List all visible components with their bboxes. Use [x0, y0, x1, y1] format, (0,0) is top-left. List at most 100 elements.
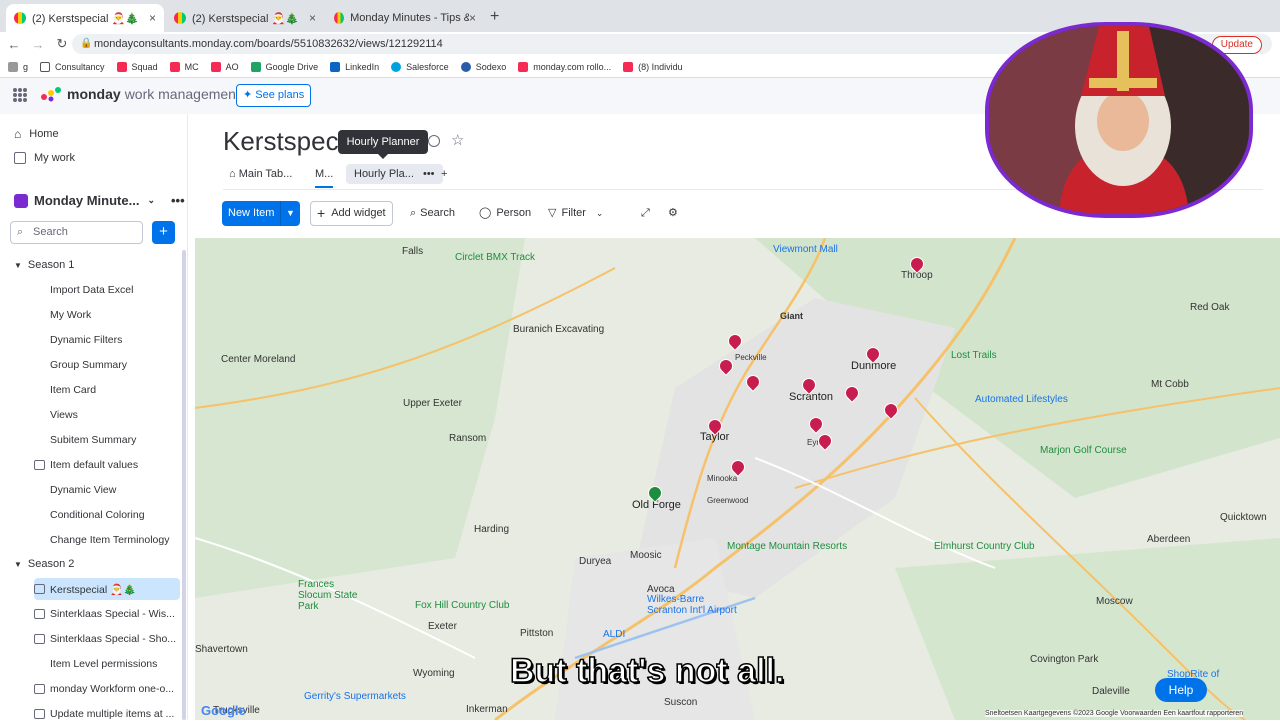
- sidebar-board-item[interactable]: Views: [34, 404, 180, 426]
- sidebar-search-input[interactable]: ⌕ Search: [10, 221, 143, 244]
- map-label: Quicktown: [1220, 512, 1267, 523]
- back-icon[interactable]: ←: [4, 37, 24, 52]
- new-item-button[interactable]: New Item ▼: [222, 201, 300, 226]
- board-label: Views: [50, 409, 78, 421]
- map-label: Covington Park: [1030, 654, 1099, 665]
- more-icon[interactable]: •••: [423, 168, 435, 180]
- tab-hourly-planner[interactable]: Hourly Pla... •••: [346, 164, 443, 184]
- fullscreen-icon[interactable]: ⤢: [641, 201, 650, 226]
- map-attribution[interactable]: Sneltoetsen Kaartgegevens ©2023 Google V…: [985, 710, 1244, 717]
- board-icon: [34, 659, 45, 669]
- bookmark-item[interactable]: (8) Individu: [623, 61, 683, 72]
- map-label: Upper Exeter: [403, 398, 462, 409]
- map-poi-label: Fox Hill Country Club: [415, 600, 510, 611]
- add-widget-button[interactable]: + Add widget: [310, 201, 393, 226]
- see-plans-button[interactable]: ✦ See plans: [236, 84, 312, 107]
- sidebar-board-item[interactable]: Change Item Terminology: [34, 529, 180, 551]
- bookmark-item[interactable]: Google Drive: [250, 61, 318, 72]
- sidebar-board-item[interactable]: Dynamic Filters: [34, 329, 180, 351]
- add-view-icon[interactable]: +: [441, 168, 447, 180]
- chevron-down-icon[interactable]: ▼: [280, 201, 300, 226]
- map-label: Suscon: [664, 697, 698, 708]
- map-widget[interactable]: Falls Center Moreland Upper Exeter Ranso…: [195, 238, 1280, 720]
- sidebar-group[interactable]: ▼ Season 1: [14, 259, 74, 271]
- sidebar-board-item[interactable]: Sinterklaas Special - Wis...: [34, 603, 180, 625]
- sidebar-board-item[interactable]: My Work: [34, 304, 180, 326]
- workspace-selector[interactable]: Monday Minute... ⌄ •••: [14, 193, 185, 208]
- tab-main-table[interactable]: ⌂ Main Tab...: [229, 168, 292, 180]
- sidebar-board-item[interactable]: Subitem Summary: [34, 429, 180, 451]
- bookmark-item[interactable]: monday.com rollo...: [518, 61, 611, 72]
- settings-gear-icon[interactable]: ⚙: [668, 201, 678, 226]
- sidebar-board-item[interactable]: Conditional Coloring: [34, 504, 180, 526]
- sidebar-board-item[interactable]: Item default values: [34, 454, 180, 476]
- board-icon: [34, 684, 45, 694]
- sidebar-group[interactable]: ▼ Season 2: [14, 558, 74, 570]
- help-button[interactable]: Help: [1155, 678, 1207, 702]
- sidebar-scrollbar[interactable]: [182, 250, 186, 720]
- map-poi-label: Montage Mountain Resorts: [727, 541, 848, 552]
- map-label: Daleville: [1092, 686, 1130, 697]
- tab-map[interactable]: M...: [315, 168, 334, 188]
- monday-logo[interactable]: monday work management: [40, 85, 240, 103]
- browser-tab[interactable]: (2) Kerstspecial 🎅🎄 ×: [166, 4, 324, 32]
- bookmark-item[interactable]: g: [8, 61, 28, 72]
- bookmark-item[interactable]: AO: [210, 61, 239, 72]
- new-tab-icon[interactable]: +: [490, 8, 499, 26]
- board-title[interactable]: Kerstspec: [223, 126, 339, 157]
- close-icon[interactable]: ×: [309, 11, 316, 25]
- map-label: Harding: [474, 524, 510, 535]
- chevron-down-icon: ⌄: [147, 195, 155, 205]
- bookmark-label: LinkedIn: [345, 61, 380, 72]
- close-icon[interactable]: ×: [469, 11, 476, 25]
- info-icon[interactable]: [428, 135, 440, 147]
- bookmark-item[interactable]: Sodexo: [460, 61, 506, 72]
- search-placeholder: Search: [33, 226, 68, 238]
- board-icon: [34, 435, 45, 445]
- bookmark-item[interactable]: MC: [169, 61, 199, 72]
- app-switcher-icon[interactable]: [13, 88, 27, 102]
- bookmark-item[interactable]: Consultancy: [40, 61, 105, 72]
- star-icon[interactable]: ☆: [451, 131, 464, 149]
- person-filter-button[interactable]: ◯ Person: [479, 201, 531, 226]
- sidebar-item-my-work[interactable]: My work: [14, 152, 75, 164]
- browser-tab[interactable]: (2) Kerstspecial 🎅🎄 ×: [6, 4, 164, 32]
- sidebar-item-home[interactable]: ⌂ Home: [14, 127, 59, 141]
- monday-favicon-icon: [14, 12, 26, 24]
- map-label: Red Oak: [1190, 302, 1230, 313]
- add-board-button[interactable]: +: [152, 221, 175, 244]
- sidebar-board-item[interactable]: Dynamic View: [34, 479, 180, 501]
- map-label: Falls: [402, 246, 424, 257]
- close-icon[interactable]: ×: [149, 11, 156, 25]
- sidebar-board-item[interactable]: Item Level permissions: [34, 653, 180, 675]
- plus-icon: +: [317, 205, 326, 221]
- sidebar-board-item[interactable]: monday Workform one-o...: [34, 678, 180, 700]
- search-button[interactable]: ⌕ Search: [410, 201, 455, 226]
- bookmark-item[interactable]: Squad: [116, 61, 158, 72]
- bookmark-item[interactable]: LinkedIn: [330, 61, 380, 72]
- board-label: Import Data Excel: [50, 284, 134, 296]
- board-icon: [34, 485, 45, 495]
- board-label: Sinterklaas Special - Wis...: [50, 608, 175, 620]
- browser-tab[interactable]: Monday Minutes - Tips & Tric ×: [326, 4, 484, 32]
- more-icon[interactable]: •••: [171, 193, 185, 208]
- tooltip: Hourly Planner: [338, 130, 428, 159]
- board-icon: [34, 460, 45, 470]
- bookmark-label: Salesforce: [406, 61, 449, 72]
- filter-button[interactable]: ▽ Filter ⌄: [548, 201, 603, 226]
- board-icon: [34, 310, 45, 320]
- forward-icon[interactable]: →: [28, 37, 48, 52]
- sidebar-board-item[interactable]: Group Summary: [34, 354, 180, 376]
- sidebar-board-item[interactable]: Sinterklaas Special - Sho...: [34, 628, 180, 650]
- board-label: Update multiple items at ...: [50, 708, 175, 720]
- sidebar-board-item-selected[interactable]: Kerstspecial 🎅🎄: [34, 578, 180, 600]
- map-label: Ransom: [449, 433, 487, 444]
- map-label: Greenwood: [707, 496, 749, 505]
- reload-icon[interactable]: ↻: [52, 36, 72, 52]
- sidebar-board-item[interactable]: Update multiple items at ...: [34, 703, 180, 725]
- workspace-name: Monday Minute...: [34, 193, 140, 208]
- sidebar-board-item[interactable]: Import Data Excel: [34, 279, 180, 301]
- bookmark-item[interactable]: Salesforce: [391, 61, 449, 72]
- sidebar-board-item[interactable]: Item Card: [34, 379, 180, 401]
- monday-favicon-icon: [334, 12, 345, 24]
